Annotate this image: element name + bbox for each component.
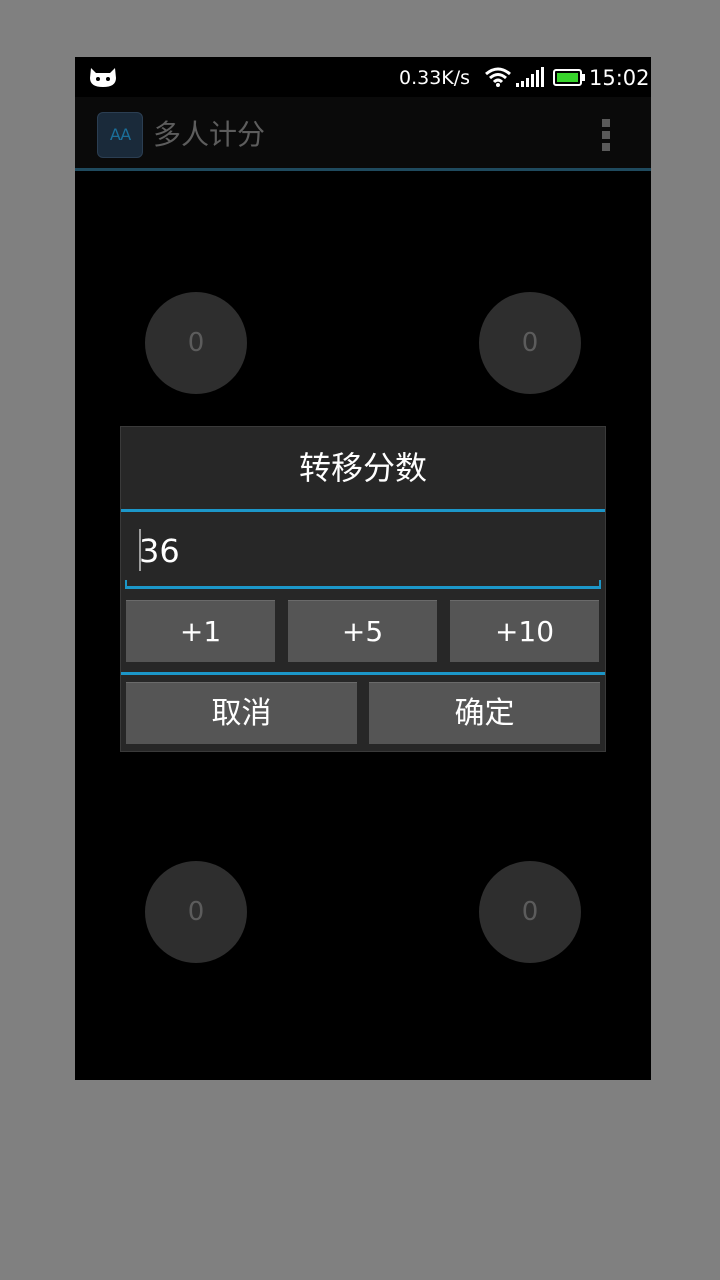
network-speed: 0.33K/s — [399, 67, 471, 89]
score-input-wrap — [126, 523, 600, 587]
signal-icon — [516, 67, 544, 87]
status-bar: 0.33K/s 15:02 — [75, 57, 651, 97]
app-icon[interactable]: AA — [97, 112, 143, 158]
confirm-button[interactable]: 确定 — [369, 682, 600, 744]
plus-5-button[interactable]: +5 — [288, 600, 437, 662]
player-circle-top-left[interactable]: 0 — [145, 292, 247, 394]
dialog-title-divider — [121, 509, 605, 512]
plus-1-button[interactable]: +1 — [126, 600, 275, 662]
wifi-icon — [485, 67, 511, 87]
plus-10-button[interactable]: +10 — [450, 600, 599, 662]
phone-screen: 0.33K/s 15:02 AA 多人计分 0 0 0 0 转移分数 36 +1… — [75, 57, 651, 1080]
cancel-button[interactable]: 取消 — [126, 682, 357, 744]
clock: 15:02 — [589, 66, 650, 90]
text-cursor — [139, 529, 141, 571]
input-underline — [125, 580, 601, 589]
battery-icon — [553, 69, 585, 86]
action-bar: AA 多人计分 — [75, 97, 651, 171]
player-circle-bottom-left[interactable]: 0 — [145, 861, 247, 963]
player-circle-bottom-right[interactable]: 0 — [479, 861, 581, 963]
dialog-title: 转移分数 — [298, 449, 427, 487]
actions-divider — [121, 672, 605, 675]
android-cat-icon — [90, 68, 116, 87]
transfer-score-dialog: 转移分数 +1 +5 +10 取消 确定 — [120, 426, 606, 752]
score-input[interactable] — [126, 523, 600, 579]
app-title: 多人计分 — [153, 118, 266, 151]
player-circle-top-right[interactable]: 0 — [479, 292, 581, 394]
overflow-menu-icon[interactable] — [599, 119, 613, 153]
